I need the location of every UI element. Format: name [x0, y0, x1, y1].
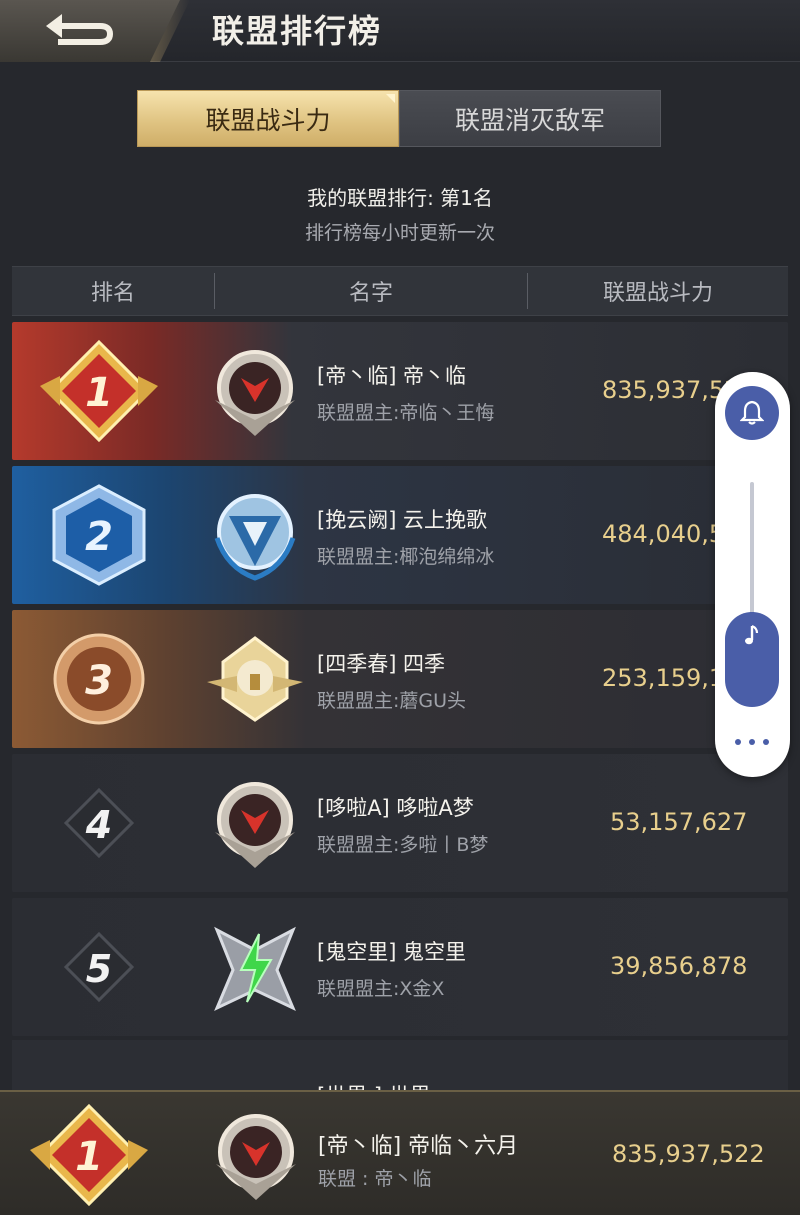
music-note-icon	[745, 624, 759, 645]
rank-2-badge-icon: 2	[52, 484, 146, 586]
alliance-emblem-wolf-icon	[215, 782, 295, 868]
page-title: 联盟排行榜	[212, 12, 383, 50]
col-name: 名字	[348, 281, 393, 306]
alliance-power: 53,157,627	[610, 808, 748, 836]
rank-3-badge-icon: 3	[53, 633, 145, 725]
tab-label: 联盟战斗力	[205, 105, 331, 135]
my-alliance-bar[interactable]: 1 [帝丶临] 帝临丶六月 联盟 : 帝丶临 835,937,522	[0, 1090, 800, 1215]
dot	[735, 739, 741, 745]
alliance-emblem-wolf-icon	[216, 1114, 296, 1200]
rank-number: 3	[85, 658, 113, 704]
alliance-power: 484,040,5	[602, 520, 725, 548]
col-power: 联盟战斗力	[602, 281, 713, 306]
update-note: 排行榜每小时更新一次	[304, 222, 495, 244]
alliance-power: 253,159,1	[602, 664, 725, 692]
floating-control-panel	[715, 372, 790, 777]
alliance-name: [帝丶临] 帝丶临	[317, 364, 467, 388]
table-row[interactable]: 1 [帝丶临] 帝丶临 联盟盟主:帝临丶王悔 835,937,52	[12, 322, 788, 460]
tab-bar: 联盟战斗力 联盟消灭敌军	[137, 90, 661, 147]
my-alliance-power: 835,937,522	[612, 1140, 765, 1168]
alliance-emblem-lion-icon	[207, 636, 303, 722]
rank-number: 1	[75, 1134, 103, 1180]
active-corner-marker	[386, 94, 395, 103]
alliance-name: [四季春] 四季	[317, 652, 446, 676]
tab-label: 联盟消灭敌军	[454, 105, 605, 135]
alliance-leader: 联盟盟主:X金X	[317, 978, 445, 1000]
alliance-power: 39,856,878	[610, 952, 748, 980]
column-header: 排名 名字 联盟战斗力	[12, 266, 788, 316]
rank-number: 1	[85, 370, 113, 416]
my-rank-text: 我的联盟排行: 第1名	[307, 186, 493, 210]
table-row[interactable]: 2 [挽云阙] 云上挽歌 联盟盟主:椰泡绵绵冰 484,040,5	[12, 466, 788, 604]
volume-slider-handle[interactable]	[725, 612, 779, 707]
dot	[763, 739, 769, 745]
tab-alliance-power[interactable]: 联盟战斗力	[137, 90, 399, 147]
back-arrow-icon	[46, 14, 114, 45]
rank-4-badge-icon: 4	[63, 787, 135, 859]
my-alliance-label: 联盟 : 帝丶临	[318, 1168, 432, 1190]
table-row[interactable]: 4 [哆啦A] 哆啦A梦 联盟盟主:多啦丨B梦 53,157,627	[12, 754, 788, 892]
alliance-emblem-shield-icon	[214, 494, 296, 581]
my-alliance-name: [帝丶临] 帝临丶六月	[318, 1134, 519, 1159]
alliance-leader: 联盟盟主:蘑GU头	[317, 690, 467, 712]
notification-button[interactable]	[725, 386, 779, 440]
rank-number: 5	[86, 947, 112, 991]
alliance-name: [鬼空里] 鬼空里	[317, 940, 467, 964]
table-row[interactable]: 5 [鬼空里] 鬼空里 联盟盟主:X金X 39,856,878	[12, 898, 788, 1036]
bell-icon	[740, 400, 764, 425]
rank-5-badge-icon: 5	[63, 931, 135, 1003]
alliance-emblem-lightning-icon	[214, 926, 296, 1012]
col-rank: 排名	[90, 281, 135, 306]
dot	[749, 739, 755, 745]
rank-number: 4	[85, 803, 112, 847]
rank-1-badge-icon: 1	[30, 1103, 148, 1207]
rank-number: 2	[85, 514, 113, 560]
alliance-name: [挽云阙] 云上挽歌	[317, 508, 488, 532]
top-bar: 联盟排行榜	[0, 0, 800, 62]
alliance-name: [哆啦A] 哆啦A梦	[317, 796, 474, 820]
table-row[interactable]: 3 [四季春] 四季 联盟盟主:蘑GU头 253,159,1	[12, 610, 788, 748]
alliance-emblem-wolf-icon	[215, 350, 295, 436]
alliance-leader: 联盟盟主:椰泡绵绵冰	[317, 546, 495, 568]
alliance-leader: 联盟盟主:帝临丶王悔	[317, 402, 495, 424]
alliance-leader: 联盟盟主:多啦丨B梦	[317, 834, 489, 856]
more-dots-icon[interactable]	[735, 732, 769, 752]
rank-1-badge-icon: 1	[40, 339, 158, 443]
tab-alliance-kills[interactable]: 联盟消灭敌军	[399, 90, 661, 147]
back-button[interactable]	[0, 0, 180, 62]
